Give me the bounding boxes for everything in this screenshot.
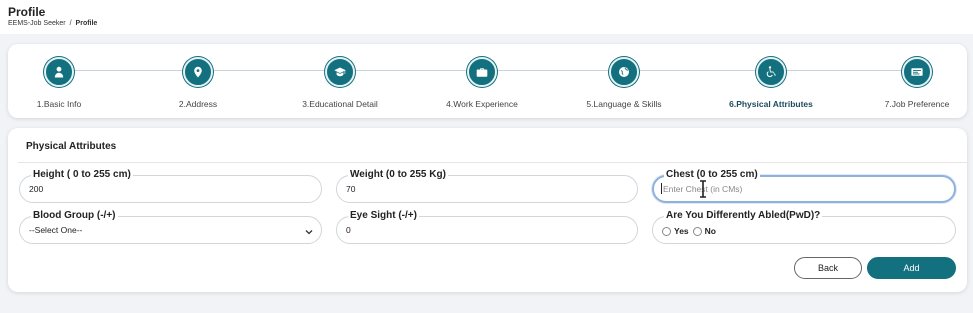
stepper: 1.Basic Info 2.Address 3.Educational Det… [8,44,967,118]
step-language-skills[interactable]: 5.Language & Skills [554,57,694,109]
step-label: 3.Educational Detail [302,99,378,109]
physical-attributes-form: Physical Attributes Height ( 0 to 255 cm… [8,128,967,292]
text-caret [661,183,662,194]
eye-sight-value: 0 [346,225,351,235]
wheelchair-icon [756,57,786,87]
height-value: 200 [29,184,44,194]
pwd-no-radio[interactable] [692,226,702,236]
divider [18,162,967,163]
step-educational-detail[interactable]: 3.Educational Detail [270,57,410,109]
step-work-experience[interactable]: 4.Work Experience [412,57,552,109]
pwd-label: Are You Differently Abled(PwD)? [664,210,823,221]
briefcase-icon [467,57,497,87]
chevron-down-icon[interactable] [304,224,314,235]
step-label: 1.Basic Info [36,99,82,109]
pwd-field: Are You Differently Abled(PwD)? Yes No [652,210,956,244]
pwd-yes-label[interactable]: Yes [674,226,689,236]
top-bar: Profile EEMS-Job Seeker / Profile [0,0,973,34]
weight-label: Weight (0 to 255 Kg) [348,169,448,180]
height-label: Height ( 0 to 255 cm) [31,169,133,180]
step-label: 6.Physical Attributes [729,99,813,109]
pwd-no-label[interactable]: No [705,226,716,236]
eye-sight-label: Eye Sight (-/+) [348,210,419,221]
id-card-icon [902,57,932,87]
text-cursor-icon [698,180,708,198]
weight-value: 70 [346,184,356,194]
blood-group-value: --Select One-- [29,225,83,235]
step-address[interactable]: 2.Address [128,57,268,109]
blood-group-label: Blood Group (-/+) [31,210,118,221]
add-button[interactable]: Add [867,257,956,279]
eye-sight-field[interactable]: Eye Sight (-/+) 0 [336,210,638,244]
breadcrumb-separator: / [69,20,72,27]
user-icon [44,57,74,87]
breadcrumb: EEMS-Job Seeker / Profile [8,20,97,27]
breadcrumb-item-home[interactable]: EEMS-Job Seeker [8,20,66,27]
step-label: 7.Job Preference [884,99,950,109]
globe-icon [609,57,639,87]
height-field[interactable]: Height ( 0 to 255 cm) 200 [19,169,322,203]
step-job-preference[interactable]: 7.Job Preference [847,57,973,109]
section-title: Physical Attributes [26,141,117,152]
step-label: 5.Language & Skills [586,99,662,109]
location-pin-icon [183,57,213,87]
weight-field[interactable]: Weight (0 to 255 Kg) 70 [336,169,638,203]
step-label: 2.Address [178,99,218,109]
step-physical-attributes[interactable]: 6.Physical Attributes [701,57,841,109]
blood-group-field[interactable]: Blood Group (-/+) --Select One-- [19,210,322,244]
step-label: 4.Work Experience [446,99,518,109]
chest-label: Chest (0 to 255 cm) [664,169,760,180]
pwd-yes-radio[interactable] [662,226,671,236]
breadcrumb-item-current: Profile [75,20,98,27]
chest-field[interactable]: Chest (0 to 255 cm) Enter Chest (in CMs) [652,169,956,203]
back-button[interactable]: Back [794,257,862,279]
pwd-radio-group: Yes No [662,226,720,236]
graduation-cap-icon [325,57,355,87]
page-title: Profile [8,5,46,19]
step-basic-info[interactable]: 1.Basic Info [0,57,129,109]
